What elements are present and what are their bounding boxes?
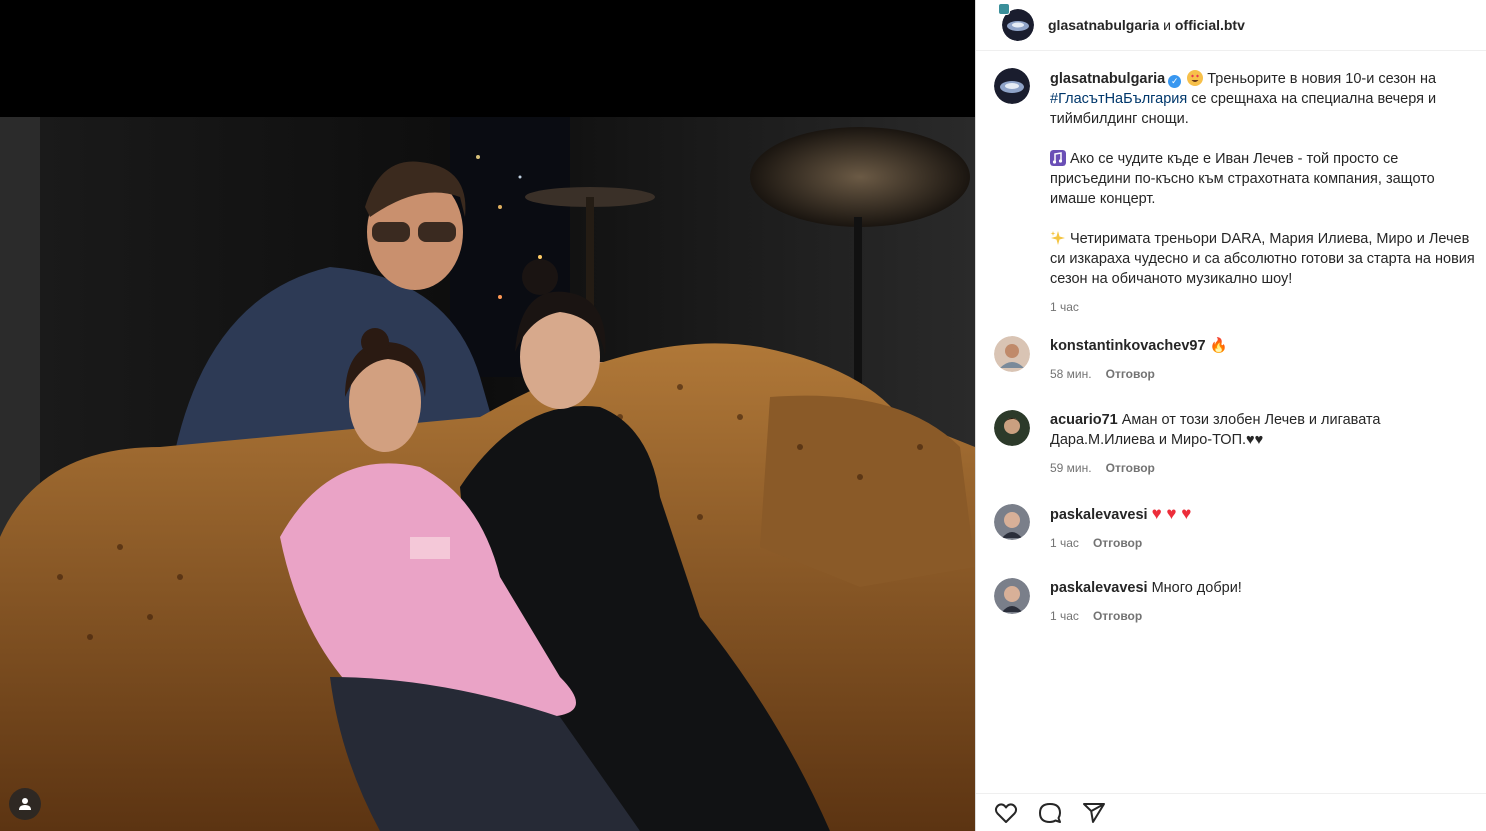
comment-avatar[interactable] [994,336,1030,372]
comment-username[interactable]: paskalevavesi [1050,507,1148,523]
comment-item: konstantinkovachev97 🔥 58 мин. Отговор [994,336,1479,384]
collab-badge-icon [998,3,1010,15]
caption-line1-pre: Треньорите в новия 10-и сезон на [1207,71,1437,87]
comment-time[interactable]: 58 мин. [1050,364,1092,384]
comment-item: paskalevavesi Много добри! 1 час Отговор [994,578,1479,626]
caption-hashtag-link[interactable]: #ГласътНаБългария [1050,91,1187,107]
caption-paragraph-1: glasatnabulgaria ✓ Треньорите в новия 10-… [1050,69,1479,129]
comment-meta: 59 мин. Отговор [1050,458,1479,478]
comment-username[interactable]: acuario71 [1050,412,1118,428]
heart-icon[interactable] [994,801,1018,825]
header-collaborator-link[interactable]: official.btv [1175,17,1245,33]
heart-eyes-emoji [1187,70,1204,86]
post-header: glasatnabulgaria и official.btv [976,0,1486,51]
reply-button[interactable]: Отговор [1093,606,1142,626]
caption-body: glasatnabulgaria ✓ Треньорите в новия 10-… [1050,69,1479,317]
comment-text: ♥ ♥ ♥ [1151,504,1192,523]
comment-text: Много добри! [1151,580,1242,596]
comment-username[interactable]: paskalevavesi [1050,580,1148,596]
header-title: glasatnabulgaria и official.btv [1048,17,1245,33]
reply-button[interactable]: Отговор [1106,458,1155,478]
post-side-panel: glasatnabulgaria и official.btv glasatna… [975,0,1486,831]
header-account-link[interactable]: glasatnabulgaria [1048,17,1159,33]
comment-time[interactable]: 1 час [1050,533,1079,553]
post-caption: glasatnabulgaria ✓ Треньорите в новия 10-… [994,68,1479,317]
comment-text: 🔥 [1209,338,1228,354]
comment-avatar[interactable] [994,504,1030,540]
caption-username[interactable]: glasatnabulgaria [1050,71,1165,87]
caption-paragraph-3: Четиримата треньори DARA, Мария Илиева, … [1050,229,1479,289]
comment-time[interactable]: 59 мин. [1050,458,1092,478]
caption-para2-text: Ако се чудите къде е Иван Лечев - той пр… [1050,151,1435,207]
comments-scroll-area[interactable]: glasatnabulgaria ✓ Треньорите в новия 10-… [976,51,1486,793]
reply-button[interactable]: Отговор [1093,533,1142,553]
caption-paragraph-2: Ако се чудите къде е Иван Лечев - той пр… [1050,149,1479,209]
header-avatar[interactable] [998,3,1034,41]
post-photo-illustration [0,117,975,831]
comment-body: paskalevavesi Много добри! 1 час Отговор [1050,578,1479,626]
caption-avatar[interactable] [994,68,1030,104]
comment-avatar[interactable] [994,578,1030,614]
post-media-panel [0,0,975,831]
music-notes-emoji [1050,150,1066,166]
sparkles-emoji [1050,231,1065,245]
comment-meta: 1 час Отговор [1050,533,1479,553]
header-conjunction: и [1163,17,1171,33]
comment-icon[interactable] [1038,801,1062,825]
comment-avatar[interactable] [994,410,1030,446]
user-tag-icon [19,798,31,810]
comment-item: paskalevavesi ♥ ♥ ♥ 1 час Отговор [994,504,1479,553]
comment-username[interactable]: konstantinkovachev97 [1050,338,1206,354]
post-photo[interactable] [0,117,975,831]
caption-timestamp[interactable]: 1 час [1050,297,1479,317]
tagged-users-button[interactable] [9,788,41,820]
comment-body: paskalevavesi ♥ ♥ ♥ 1 час Отговор [1050,504,1479,553]
post-actions-bar [976,793,1486,831]
share-icon[interactable] [1082,801,1106,825]
comment-item: acuario71 Аман от този злобен Лечев и ли… [994,410,1479,478]
verified-badge-icon: ✓ [1168,75,1182,88]
comment-meta: 1 час Отговор [1050,606,1479,626]
comment-body: konstantinkovachev97 🔥 58 мин. Отговор [1050,336,1479,384]
comment-meta: 58 мин. Отговор [1050,364,1479,384]
comment-time[interactable]: 1 час [1050,606,1079,626]
comment-body: acuario71 Аман от този злобен Лечев и ли… [1050,410,1479,478]
reply-button[interactable]: Отговор [1106,364,1155,384]
caption-para3-text: Четиримата треньори DARA, Мария Илиева, … [1050,231,1475,287]
